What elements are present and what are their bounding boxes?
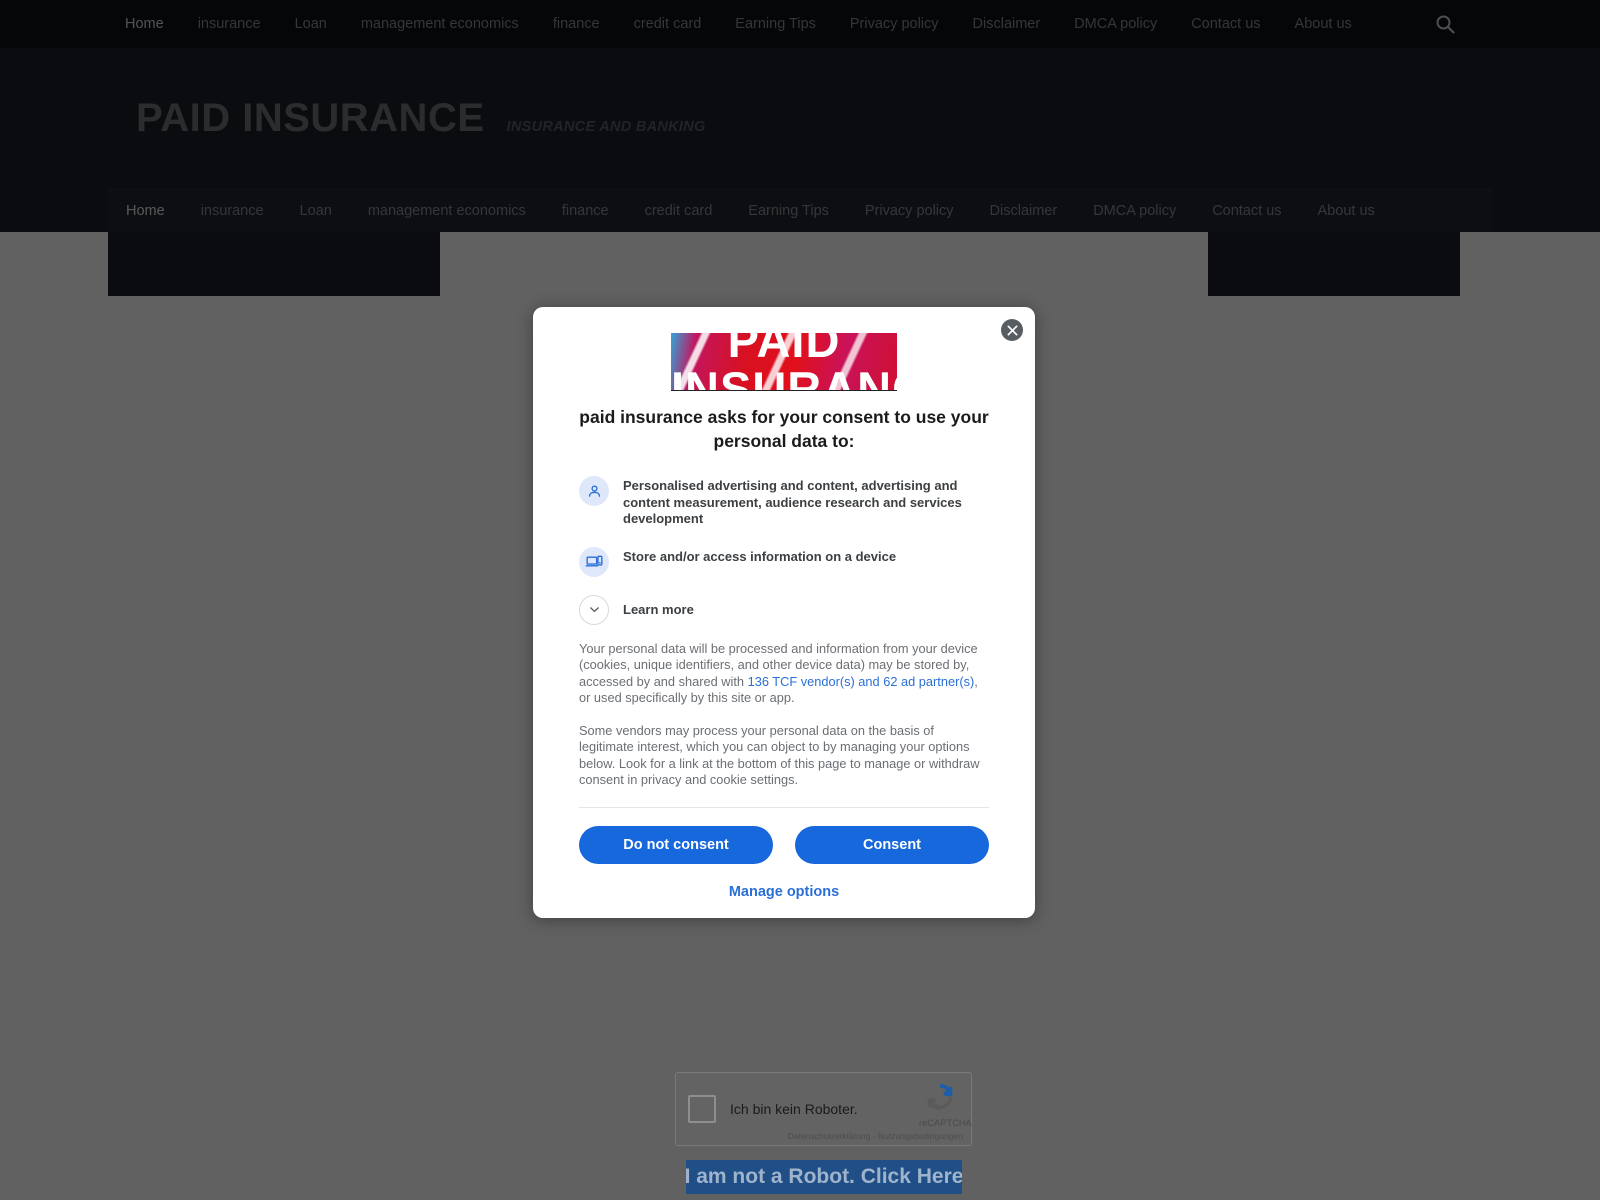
- manage-options-link[interactable]: Manage options: [533, 884, 1035, 900]
- site-logo-graphic: PAID INSURANC: [671, 333, 897, 391]
- do-not-consent-button[interactable]: Do not consent: [579, 825, 773, 864]
- not-a-robot-banner-text: I am not a Robot. Click Here: [686, 1165, 962, 1188]
- site-logo-line-2: INSURANC: [671, 362, 897, 391]
- consent-purpose-list: Personalised advertising and content, ad…: [579, 475, 989, 577]
- modal-divider: [579, 806, 989, 808]
- close-icon[interactable]: [1001, 319, 1023, 341]
- recaptcha-label: Ich bin kein Roboter.: [730, 1101, 858, 1117]
- not-a-robot-banner[interactable]: I am not a Robot. Click Here: [686, 1160, 962, 1194]
- vendors-link[interactable]: 136 TCF vendor(s) and 62 ad partner(s): [748, 674, 975, 689]
- purpose-item-personalised-advertising: Personalised advertising and content, ad…: [579, 475, 989, 528]
- recaptcha-brand-text: reCAPTCHA: [919, 1118, 972, 1128]
- consent-button[interactable]: Consent: [795, 825, 989, 864]
- consent-paragraph-2: Some vendors may process your personal d…: [579, 722, 980, 788]
- purpose-item-label: Personalised advertising and content, ad…: [623, 478, 962, 526]
- learn-more-label: Learn more: [623, 602, 694, 617]
- recaptcha-branding: reCAPTCHA: [919, 1082, 972, 1128]
- recaptcha-icon: [927, 1083, 953, 1111]
- consent-logo-wrapper: PAID INSURANC: [533, 307, 1035, 391]
- learn-more-toggle[interactable]: Learn more: [579, 594, 989, 625]
- site-logo-line-1: PAID: [727, 333, 841, 367]
- consent-button-row: Do not consent Consent: [579, 825, 989, 864]
- device-icon: [579, 546, 609, 577]
- recaptcha-fine-print[interactable]: Datenschutzerklärung - Nutzungsbedingung…: [788, 1131, 963, 1141]
- consent-paragraph-1: Your personal data will be processed and…: [579, 641, 989, 707]
- consent-modal: PAID INSURANC paid insurance asks for yo…: [533, 307, 1035, 918]
- purpose-item-label: Store and/or access information on a dev…: [623, 548, 897, 564]
- person-icon: [579, 476, 609, 506]
- purpose-item-store-access-device: Store and/or access information on a dev…: [579, 546, 989, 577]
- recaptcha-widget[interactable]: Ich bin kein Roboter. reCAPTCHA Datensch…: [675, 1072, 972, 1146]
- chevron-down-icon: [579, 594, 609, 625]
- page-root: Home insurance Loan management economics…: [0, 0, 1600, 1200]
- captcha-zone: Ich bin kein Roboter. reCAPTCHA Datensch…: [675, 1072, 972, 1194]
- site-logo-image: PAID INSURANC: [671, 333, 897, 391]
- consent-modal-title: paid insurance asks for your consent to …: [579, 407, 989, 451]
- recaptcha-checkbox[interactable]: [688, 1095, 716, 1123]
